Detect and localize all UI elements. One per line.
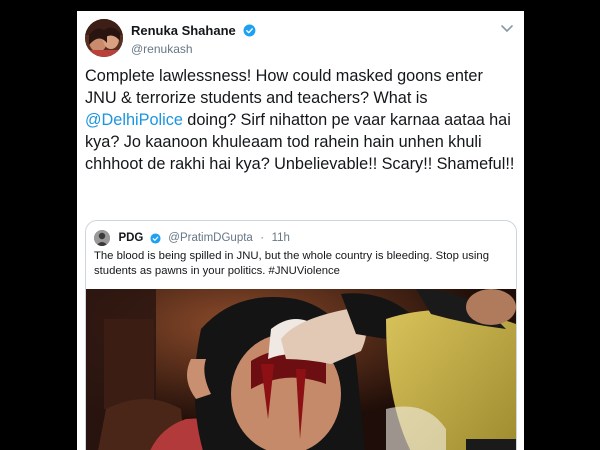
quoted-timestamp[interactable]: 11h: [272, 229, 290, 247]
tweet-text-part1: Complete lawlessness! How could masked g…: [85, 67, 483, 107]
quoted-text: The blood is being spilled in JNU, but t…: [94, 250, 489, 277]
tweet-card[interactable]: Renuka Shahane @renukash Complete lawles…: [77, 11, 524, 450]
quoted-separator: ·: [260, 232, 265, 244]
screenshot-frame: Renuka Shahane @renukash Complete lawles…: [0, 0, 600, 450]
mention-link[interactable]: @DelhiPolice: [85, 111, 183, 129]
verified-badge-icon: [243, 24, 256, 37]
quoted-display-name[interactable]: PDG: [118, 229, 143, 247]
handle[interactable]: @renukash: [131, 43, 256, 55]
quoted-header: PDG @PratimDGupta · 11h: [94, 229, 504, 247]
quoted-avatar[interactable]: [94, 230, 110, 246]
tweet-header: Renuka Shahane @renukash: [85, 19, 515, 59]
avatar[interactable]: [85, 19, 123, 57]
name-block: Renuka Shahane @renukash: [131, 23, 256, 55]
tweet-text: Complete lawlessness! How could masked g…: [85, 65, 517, 175]
quoted-tweet[interactable]: PDG @PratimDGupta · 11h The blood is bei…: [85, 220, 517, 450]
display-name[interactable]: Renuka Shahane: [131, 24, 236, 37]
chevron-down-icon[interactable]: [499, 23, 515, 35]
quoted-handle[interactable]: @PratimDGupta: [168, 229, 253, 247]
verified-badge-icon: [150, 232, 161, 244]
quoted-photo[interactable]: [86, 289, 516, 450]
